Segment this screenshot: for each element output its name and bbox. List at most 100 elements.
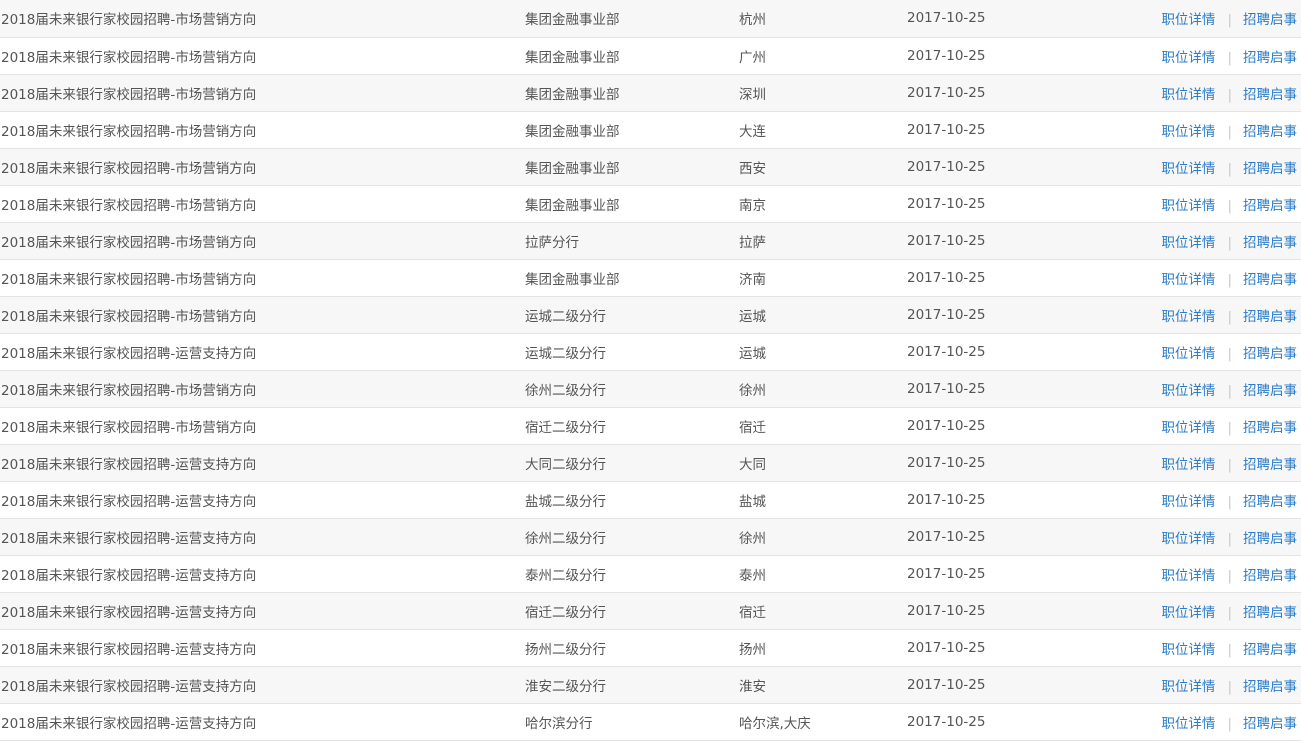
job-date: 2017-10-25 <box>907 703 1137 741</box>
job-city: 哈尔滨,大庆 <box>739 703 907 741</box>
job-department: 集团金融事业部 <box>525 148 739 186</box>
job-title: 2018届未来银行家校园招聘-市场营销方向 <box>0 185 525 223</box>
job-date: 2017-10-25 <box>907 481 1137 519</box>
job-detail-link[interactable]: 职位详情 <box>1161 12 1215 28</box>
recruitment-notice-link[interactable]: 招聘启事 <box>1243 605 1297 621</box>
recruitment-notice-link[interactable]: 招聘启事 <box>1243 716 1297 732</box>
job-department: 集团金融事业部 <box>525 37 739 75</box>
job-row: 2018届未来银行家校园招聘-市场营销方向 集团金融事业部 济南 2017-10… <box>0 259 1301 297</box>
job-date: 2017-10-25 <box>907 111 1137 149</box>
job-date: 2017-10-25 <box>907 518 1137 556</box>
job-row: 2018届未来银行家校园招聘-运营支持方向 运城二级分行 运城 2017-10-… <box>0 333 1301 371</box>
job-row: 2018届未来银行家校园招聘-市场营销方向 集团金融事业部 西安 2017-10… <box>0 148 1301 186</box>
action-separator: | <box>1227 530 1232 547</box>
job-date: 2017-10-25 <box>907 259 1137 297</box>
job-department: 哈尔滨分行 <box>525 703 739 741</box>
job-actions: 职位详情 | 招聘启事 <box>1137 222 1301 260</box>
job-detail-link[interactable]: 职位详情 <box>1161 568 1215 584</box>
recruitment-notice-link[interactable]: 招聘启事 <box>1243 12 1297 28</box>
job-detail-link[interactable]: 职位详情 <box>1161 494 1215 510</box>
job-row: 2018届未来银行家校园招聘-市场营销方向 集团金融事业部 南京 2017-10… <box>0 185 1301 223</box>
job-date: 2017-10-25 <box>907 37 1137 75</box>
job-row: 2018届未来银行家校园招聘-运营支持方向 淮安二级分行 淮安 2017-10-… <box>0 666 1301 704</box>
recruitment-notice-link[interactable]: 招聘启事 <box>1243 494 1297 510</box>
job-department: 徐州二级分行 <box>525 518 739 556</box>
recruitment-notice-link[interactable]: 招聘启事 <box>1243 457 1297 473</box>
recruitment-notice-link[interactable]: 招聘启事 <box>1243 531 1297 547</box>
job-row: 2018届未来银行家校园招聘-市场营销方向 集团金融事业部 杭州 2017-10… <box>0 0 1301 38</box>
job-actions: 职位详情 | 招聘启事 <box>1137 0 1301 38</box>
job-detail-link[interactable]: 职位详情 <box>1161 198 1215 214</box>
recruitment-notice-link[interactable]: 招聘启事 <box>1243 87 1297 103</box>
recruitment-notice-link[interactable]: 招聘启事 <box>1243 568 1297 584</box>
job-actions: 职位详情 | 招聘启事 <box>1137 629 1301 667</box>
job-city: 广州 <box>739 37 907 75</box>
job-actions: 职位详情 | 招聘启事 <box>1137 481 1301 519</box>
job-title: 2018届未来银行家校园招聘-市场营销方向 <box>0 222 525 260</box>
job-title: 2018届未来银行家校园招聘-市场营销方向 <box>0 0 525 38</box>
job-actions: 职位详情 | 招聘启事 <box>1137 703 1301 741</box>
job-detail-link[interactable]: 职位详情 <box>1161 457 1215 473</box>
job-department: 拉萨分行 <box>525 222 739 260</box>
job-city: 淮安 <box>739 666 907 704</box>
recruitment-notice-link[interactable]: 招聘启事 <box>1243 50 1297 66</box>
job-actions: 职位详情 | 招聘启事 <box>1137 444 1301 482</box>
job-department: 泰州二级分行 <box>525 555 739 593</box>
job-row: 2018届未来银行家校园招聘-市场营销方向 集团金融事业部 深圳 2017-10… <box>0 74 1301 112</box>
job-detail-link[interactable]: 职位详情 <box>1161 50 1215 66</box>
recruitment-notice-link[interactable]: 招聘启事 <box>1243 198 1297 214</box>
job-title: 2018届未来银行家校园招聘-市场营销方向 <box>0 296 525 334</box>
job-city: 大同 <box>739 444 907 482</box>
job-title: 2018届未来银行家校园招聘-运营支持方向 <box>0 518 525 556</box>
job-detail-link[interactable]: 职位详情 <box>1161 642 1215 658</box>
job-detail-link[interactable]: 职位详情 <box>1161 309 1215 325</box>
recruitment-notice-link[interactable]: 招聘启事 <box>1243 161 1297 177</box>
job-city: 南京 <box>739 185 907 223</box>
job-detail-link[interactable]: 职位详情 <box>1161 605 1215 621</box>
job-detail-link[interactable]: 职位详情 <box>1161 383 1215 399</box>
job-department: 集团金融事业部 <box>525 74 739 112</box>
job-date: 2017-10-25 <box>907 555 1137 593</box>
recruitment-notice-link[interactable]: 招聘启事 <box>1243 235 1297 251</box>
job-detail-link[interactable]: 职位详情 <box>1161 272 1215 288</box>
action-separator: | <box>1227 271 1232 288</box>
job-detail-link[interactable]: 职位详情 <box>1161 235 1215 251</box>
job-detail-link[interactable]: 职位详情 <box>1161 679 1215 695</box>
job-detail-link[interactable]: 职位详情 <box>1161 124 1215 140</box>
recruitment-notice-link[interactable]: 招聘启事 <box>1243 309 1297 325</box>
recruitment-notice-link[interactable]: 招聘启事 <box>1243 124 1297 140</box>
job-city: 拉萨 <box>739 222 907 260</box>
job-department: 徐州二级分行 <box>525 370 739 408</box>
job-title: 2018届未来银行家校园招聘-运营支持方向 <box>0 666 525 704</box>
job-detail-link[interactable]: 职位详情 <box>1161 346 1215 362</box>
job-title: 2018届未来银行家校园招聘-市场营销方向 <box>0 74 525 112</box>
job-city: 徐州 <box>739 370 907 408</box>
recruitment-notice-link[interactable]: 招聘启事 <box>1243 346 1297 362</box>
job-row: 2018届未来银行家校园招聘-运营支持方向 大同二级分行 大同 2017-10-… <box>0 444 1301 482</box>
job-date: 2017-10-25 <box>907 148 1137 186</box>
recruitment-notice-link[interactable]: 招聘启事 <box>1243 679 1297 695</box>
recruitment-notice-link[interactable]: 招聘启事 <box>1243 272 1297 288</box>
recruitment-notice-link[interactable]: 招聘启事 <box>1243 642 1297 658</box>
job-city: 运城 <box>739 296 907 334</box>
job-detail-link[interactable]: 职位详情 <box>1161 87 1215 103</box>
job-title: 2018届未来银行家校园招聘-市场营销方向 <box>0 259 525 297</box>
job-department: 集团金融事业部 <box>525 0 739 38</box>
job-city: 盐城 <box>739 481 907 519</box>
job-row: 2018届未来银行家校园招聘-运营支持方向 盐城二级分行 盐城 2017-10-… <box>0 481 1301 519</box>
job-city: 深圳 <box>739 74 907 112</box>
job-detail-link[interactable]: 职位详情 <box>1161 161 1215 177</box>
job-department: 集团金融事业部 <box>525 185 739 223</box>
action-separator: | <box>1227 345 1232 362</box>
action-separator: | <box>1227 715 1232 732</box>
recruitment-notice-link[interactable]: 招聘启事 <box>1243 383 1297 399</box>
job-title: 2018届未来银行家校园招聘-运营支持方向 <box>0 629 525 667</box>
action-separator: | <box>1227 678 1232 695</box>
job-detail-link[interactable]: 职位详情 <box>1161 531 1215 547</box>
job-department: 集团金融事业部 <box>525 259 739 297</box>
action-separator: | <box>1227 234 1232 251</box>
recruitment-notice-link[interactable]: 招聘启事 <box>1243 420 1297 436</box>
job-detail-link[interactable]: 职位详情 <box>1161 420 1215 436</box>
action-separator: | <box>1227 419 1232 436</box>
job-detail-link[interactable]: 职位详情 <box>1161 716 1215 732</box>
